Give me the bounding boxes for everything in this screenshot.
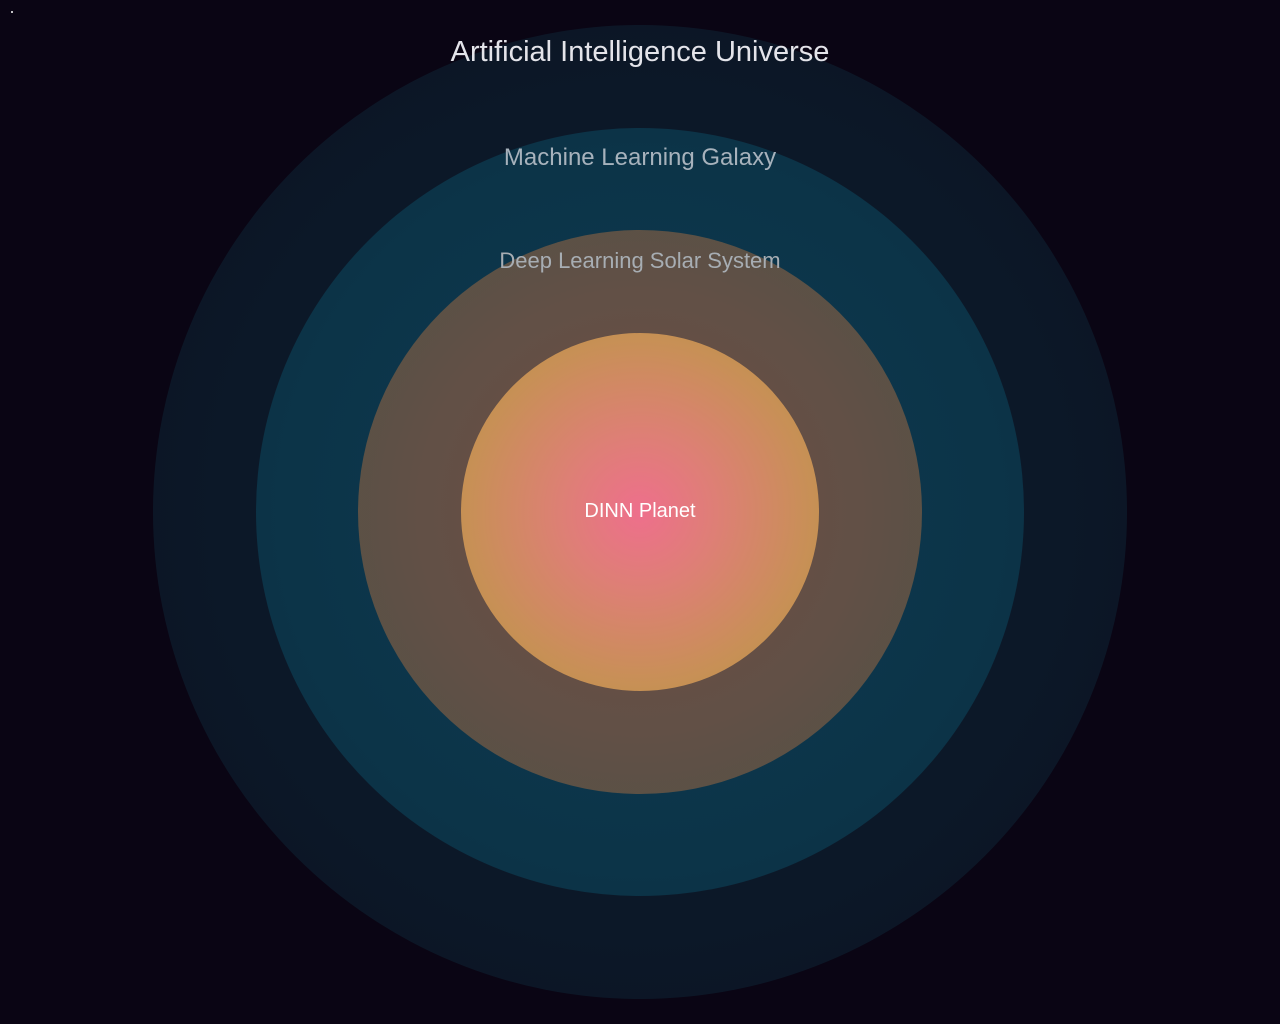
universe-label: Artificial Intelligence Universe xyxy=(450,36,830,68)
solar-system-label: Deep Learning Solar System xyxy=(499,248,781,273)
galaxy-label: Machine Learning Galaxy xyxy=(503,144,777,171)
diagram-canvas: Artificial Intelligence Universe Machine… xyxy=(0,0,1280,1024)
planet-label: DINN Planet xyxy=(584,500,696,522)
star-dot xyxy=(11,11,13,13)
